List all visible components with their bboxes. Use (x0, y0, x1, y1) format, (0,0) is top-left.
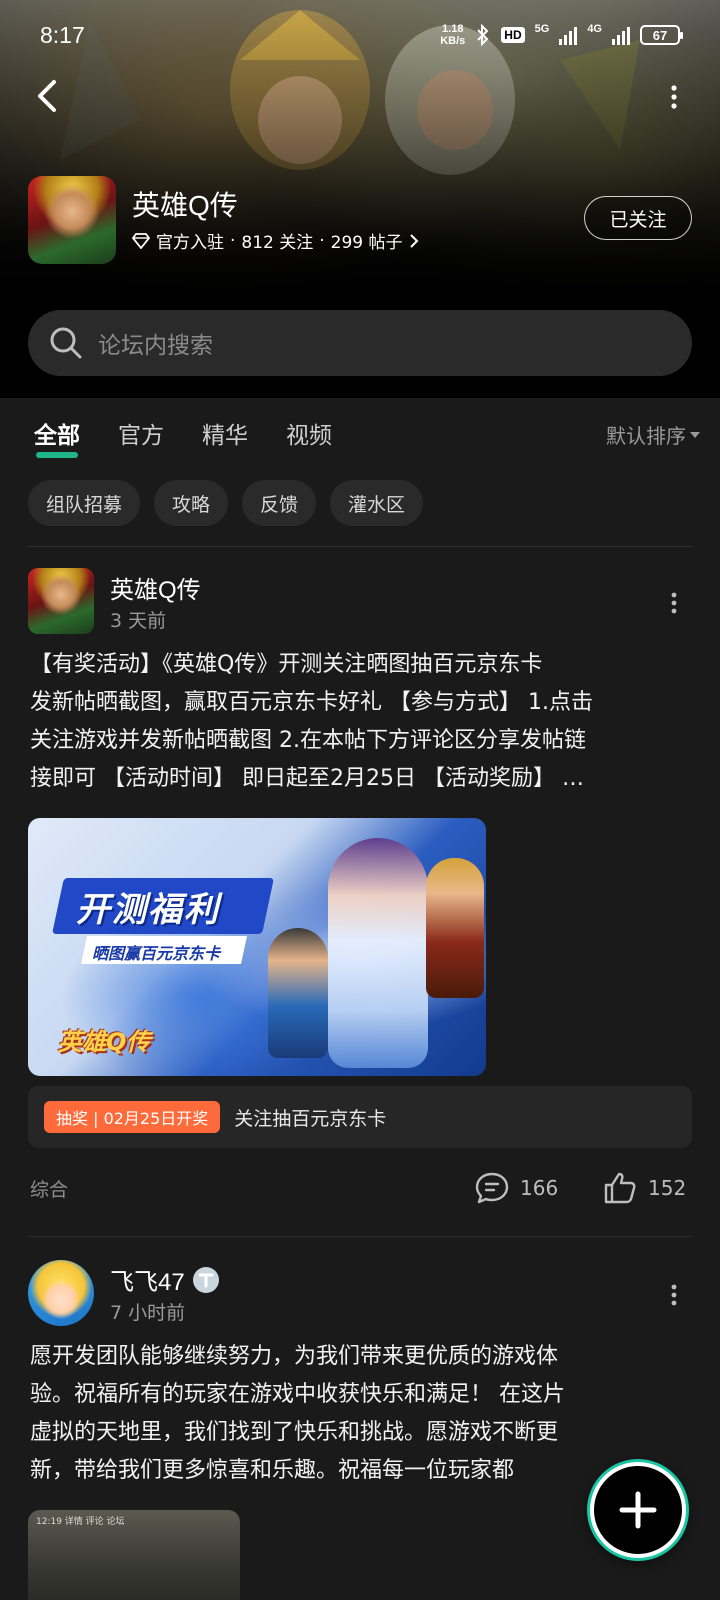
game-logo: 英雄Q传 (58, 1028, 151, 1056)
divider (28, 546, 692, 547)
forum-avatar[interactable] (28, 176, 116, 264)
forum-header: 8:17 1.18 KB/s HD 5G 4G 67 英雄Q传 官方入驻 · 8… (0, 0, 720, 398)
post-body[interactable]: 【有奖活动】《英雄Q传》开测关注晒图抽百元京东卡 发新帖晒截图，赢取百元京东卡好… (30, 646, 690, 798)
tab-official[interactable]: 官方 (118, 416, 164, 458)
post-item[interactable]: 英雄Q传 3 天前 【有奖活动】《英雄Q传》开测关注晒图抽百元京东卡 发新帖晒截… (0, 568, 720, 1208)
chip-chat[interactable]: 灌水区 (330, 480, 424, 526)
sort-label: 默认排序 (606, 424, 686, 448)
post-more-button[interactable] (664, 1280, 684, 1310)
post-author[interactable]: 飞飞47 (110, 1262, 219, 1297)
thumbnail-caption: 12:19 详情 评论 论坛 (36, 1517, 125, 1527)
back-button[interactable] (30, 76, 66, 116)
comment-button[interactable]: 166 (474, 1171, 558, 1205)
post-image-thumbnail[interactable]: 12:19 详情 评论 论坛 (28, 1510, 240, 1600)
feed: 全部 官方 精华 视频 默认排序 组队招募 攻略 反馈 灌水区 英雄Q传 3 天… (0, 398, 720, 1600)
create-post-button[interactable] (590, 1462, 686, 1558)
status-time: 8:17 (40, 21, 85, 48)
back-arrow-icon (38, 80, 56, 112)
post-time: 7 小时前 (110, 1302, 186, 1324)
chip-guides[interactable]: 攻略 (154, 480, 229, 526)
divider (28, 1236, 692, 1237)
image-subtitle: 晒图赢百元京东卡 (92, 944, 221, 963)
more-vertical-icon (671, 85, 677, 109)
more-vertical-icon (671, 592, 677, 614)
image-character (426, 858, 484, 998)
diamond-icon (132, 232, 150, 249)
signal-2-label: 4G (587, 23, 602, 35)
forum-stats[interactable]: 官方入驻 · 812 关注 · 299 帖子 (132, 228, 419, 253)
chevron-right-icon (409, 233, 418, 248)
lottery-card[interactable]: 抽奖 | 02月25日开奖 关注抽百元京东卡 (28, 1086, 692, 1148)
post-image[interactable]: 开测福利 晒图赢百元京东卡 英雄Q传 (28, 818, 486, 1076)
signal-2-icon (612, 25, 630, 45)
tab-featured[interactable]: 精华 (202, 416, 248, 458)
image-title: 开测福利 (76, 890, 220, 930)
more-vertical-icon (671, 1284, 677, 1306)
post-more-button[interactable] (664, 588, 684, 618)
status-icons: 1.18 KB/s HD 5G 4G 67 (440, 23, 683, 47)
comment-icon (475, 1172, 509, 1204)
posts-count: 299 帖子 (330, 233, 403, 253)
tab-all[interactable]: 全部 (34, 416, 80, 458)
post-body[interactable]: 愿开发团队能够继续努力，为我们带来更优质的游戏体 验。祝福所有的玩家在游戏中收获… (30, 1338, 690, 1490)
sort-dropdown[interactable]: 默认排序 (606, 420, 700, 449)
forum-info: 英雄Q传 官方入驻 · 812 关注 · 299 帖子 已关注 (28, 176, 692, 266)
verified-icon (192, 1266, 219, 1293)
followers-count: 812 关注 (241, 233, 314, 253)
post-time: 3 天前 (110, 610, 167, 632)
like-button[interactable]: 152 (602, 1171, 686, 1205)
official-label: 官方入驻 (156, 233, 224, 253)
search-icon (50, 327, 82, 359)
status-bar: 8:17 1.18 KB/s HD 5G 4G 67 (0, 0, 720, 70)
post-author[interactable]: 英雄Q传 (110, 570, 201, 605)
lottery-text: 关注抽百元京东卡 (234, 1107, 387, 1130)
caret-down-icon (690, 431, 700, 438)
header-more-button[interactable] (664, 82, 684, 112)
feed-tabs: 全部 官方 精华 视频 (34, 416, 332, 458)
search-placeholder: 论坛内搜索 (98, 333, 213, 359)
forum-name: 英雄Q传 (132, 190, 238, 221)
forum-search-input[interactable]: 论坛内搜索 (28, 310, 692, 376)
network-speed: 1.18 KB/s (440, 23, 466, 47)
signal-1-label: 5G (534, 23, 550, 35)
chip-team-recruit[interactable]: 组队招募 (28, 480, 141, 526)
post-tag[interactable]: 综合 (30, 1175, 68, 1202)
hd-voice-badge: HD (501, 27, 525, 43)
lottery-badge: 抽奖 | 02月25日开奖 (44, 1101, 221, 1133)
image-character (328, 838, 428, 1068)
post-footer: 综合 166 152 (30, 1168, 690, 1208)
like-count: 152 (648, 1176, 687, 1200)
tab-video[interactable]: 视频 (286, 416, 332, 458)
chip-feedback[interactable]: 反馈 (242, 480, 317, 526)
battery-icon: 67 (640, 25, 683, 45)
comment-count: 166 (520, 1176, 559, 1200)
signal-1-icon (559, 25, 578, 45)
category-chips: 组队招募 攻略 反馈 灌水区 (28, 480, 424, 526)
plus-icon (619, 1491, 657, 1529)
author-avatar[interactable] (28, 568, 94, 634)
bluetooth-icon (477, 24, 489, 46)
follow-button[interactable]: 已关注 (584, 196, 692, 240)
thumbs-up-icon (604, 1172, 636, 1204)
image-character (268, 928, 328, 1058)
author-avatar[interactable] (28, 1260, 94, 1326)
